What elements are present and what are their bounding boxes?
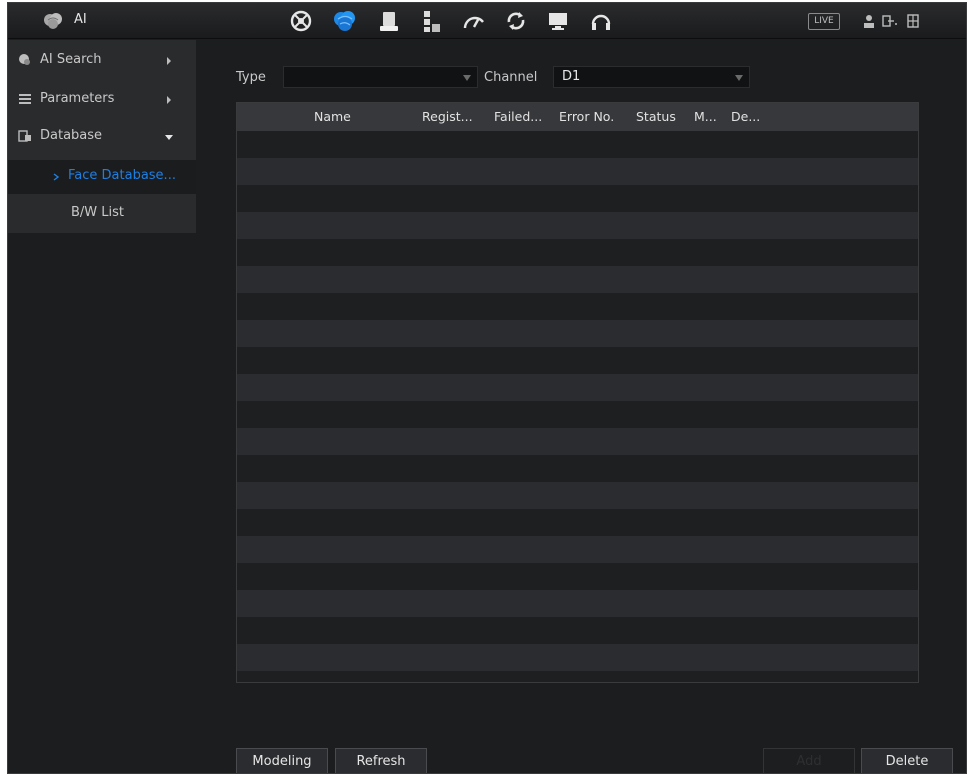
grid-layout-icon[interactable]	[904, 12, 922, 30]
sidebar-item-label: AI Search	[40, 52, 102, 67]
table-row	[237, 185, 918, 212]
table-row	[237, 590, 918, 617]
display-icon[interactable]	[545, 8, 571, 34]
type-dropdown[interactable]	[283, 66, 478, 88]
user-icon[interactable]	[860, 12, 878, 30]
table-row	[237, 509, 918, 536]
sidebar-item-parameters[interactable]: Parameters	[8, 83, 196, 117]
top-bar: AI LIVE	[8, 3, 966, 39]
column-header-name[interactable]: Name	[314, 109, 351, 124]
table-row	[237, 374, 918, 401]
refresh-sync-icon[interactable]	[503, 8, 529, 34]
table-row	[237, 266, 918, 293]
ai-search-icon	[19, 54, 30, 65]
table-row	[237, 131, 918, 158]
delete-button[interactable]: Delete	[861, 748, 953, 773]
parameters-list-icon	[19, 94, 31, 104]
table-row	[237, 239, 918, 266]
add-button[interactable]: Add	[763, 748, 855, 773]
sidebar-item-ai-search[interactable]: AI Search	[8, 44, 196, 78]
table-row	[237, 212, 918, 239]
channel-dropdown[interactable]: D1	[553, 66, 750, 88]
main-menu-icon[interactable]	[288, 8, 314, 34]
audio-headset-icon[interactable]	[588, 8, 614, 34]
table-header: Name Regist... Failed... Error No. Statu…	[237, 103, 918, 131]
modeling-button[interactable]: Modeling	[236, 748, 328, 773]
column-header-failed[interactable]: Failed...	[494, 109, 542, 124]
sidebar-subitem-face-database[interactable]: Face Database...	[8, 160, 196, 194]
sidebar-subitem-label: Face Database...	[68, 168, 176, 183]
sidebar-item-label: Database	[40, 128, 103, 143]
table-row	[237, 455, 918, 482]
table-row	[237, 536, 918, 563]
column-header-registered[interactable]: Regist...	[422, 109, 473, 124]
sidebar-subitem-bw-list[interactable]: B/W List	[8, 197, 196, 231]
performance-icon[interactable]	[461, 8, 487, 34]
dropdown-arrow-icon	[463, 75, 471, 81]
database-icon	[18, 130, 31, 142]
sidebar-item-label: Parameters	[40, 91, 115, 106]
chevron-down-icon	[165, 135, 173, 140]
logout-menu-icon[interactable]	[880, 12, 898, 30]
refresh-button[interactable]: Refresh	[335, 748, 427, 773]
ai-brain-icon[interactable]	[332, 8, 358, 34]
ai-brain-logo-icon	[44, 13, 62, 29]
table-row	[237, 644, 918, 671]
dropdown-arrow-icon	[735, 75, 743, 81]
table-row	[237, 158, 918, 185]
column-header-delete[interactable]: De...	[731, 109, 760, 124]
column-header-status[interactable]: Status	[636, 109, 676, 124]
channel-label: Channel	[484, 70, 538, 85]
sidebar: AI Search Parameters Database Face Datab…	[8, 40, 196, 233]
table-row	[237, 482, 918, 509]
table-row	[237, 671, 918, 682]
app-title: AI	[74, 12, 87, 27]
chevron-right-icon	[53, 173, 60, 181]
sidebar-item-database[interactable]: Database	[8, 120, 196, 154]
table-row	[237, 563, 918, 590]
app-window: AI LIVE AI Search Parameters Database Fa…	[7, 2, 967, 774]
type-label: Type	[236, 70, 266, 85]
table-row	[237, 617, 918, 644]
column-header-error-no[interactable]: Error No.	[559, 109, 614, 124]
face-database-table: Name Regist... Failed... Error No. Statu…	[236, 102, 919, 683]
column-header-modify[interactable]: M...	[694, 109, 717, 124]
table-row	[237, 401, 918, 428]
chevron-right-icon	[167, 57, 171, 65]
table-row	[237, 347, 918, 374]
network-icon[interactable]	[418, 8, 444, 34]
table-row	[237, 293, 918, 320]
table-row	[237, 320, 918, 347]
storage-icon[interactable]	[376, 8, 402, 34]
table-row	[237, 428, 918, 455]
channel-dropdown-value: D1	[562, 69, 581, 84]
chevron-right-icon	[167, 96, 171, 104]
sidebar-subitem-label: B/W List	[71, 205, 125, 220]
live-view-button[interactable]: LIVE	[808, 13, 840, 30]
